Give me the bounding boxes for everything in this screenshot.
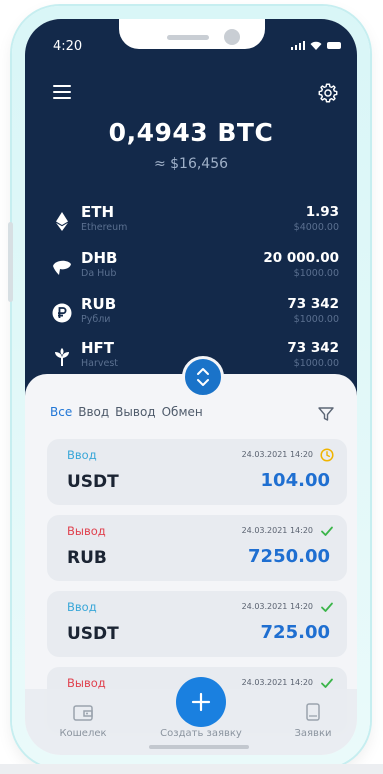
asset-symbol: RUB [81, 295, 117, 313]
wifi-icon [310, 41, 322, 50]
asset-name: Harvest [81, 358, 119, 369]
asset-amount: 1.93 [305, 204, 339, 220]
transaction-date: 24.03.2021 14:20 [241, 526, 313, 535]
filter-tabs: Все Ввод Вывод Обмен [50, 405, 203, 419]
transaction-date: 24.03.2021 14:20 [241, 678, 313, 687]
bottom-strip [0, 764, 383, 774]
transaction-amount: 7250.00 [248, 546, 330, 567]
asset-amount: 73 342 [287, 340, 339, 356]
asset-amount: 20 000.00 [263, 250, 339, 266]
asset-row-eth[interactable]: ETH Ethereum 1.93 $4000.00 [25, 203, 357, 243]
transaction-card[interactable]: Вывод 24.03.2021 14:20 RUB 7250.00 [47, 515, 347, 581]
transaction-currency: USDT [67, 624, 119, 644]
transaction-type: Ввод [67, 600, 97, 614]
transaction-card[interactable]: Ввод 24.03.2021 14:20 USDT 104.00 [47, 439, 347, 505]
phone-side-button [8, 222, 13, 302]
transaction-amount: 725.00 [260, 622, 330, 643]
transaction-type: Вывод [67, 676, 106, 690]
status-time: 4:20 [53, 39, 83, 54]
tab-wallet[interactable]: Кошелек [47, 704, 119, 739]
checkmark-icon [321, 678, 333, 688]
chevron-up-down-icon [197, 368, 209, 386]
filter-tab-all[interactable]: Все [50, 405, 72, 419]
checkmark-icon [321, 602, 333, 612]
harvest-icon [55, 348, 69, 366]
clock-pending-icon [320, 448, 334, 462]
asset-usd: $4000.00 [293, 222, 339, 233]
checkmark-icon [321, 526, 333, 536]
menu-icon[interactable] [53, 85, 73, 101]
ruble-icon [52, 303, 72, 323]
asset-name: Da Hub [81, 268, 117, 279]
status-icons [290, 41, 341, 50]
settings-gear-icon[interactable] [317, 82, 339, 104]
filter-tab-exchange[interactable]: Обмен [162, 405, 203, 419]
transaction-currency: USDT [67, 472, 119, 492]
asset-row-dhb[interactable]: DHB Da Hub 20 000.00 $1000.00 [25, 249, 357, 289]
home-indicator [149, 745, 249, 749]
asset-usd: $1000.00 [293, 314, 339, 325]
asset-usd: $1000.00 [293, 358, 339, 369]
expand-toggle-button[interactable] [182, 356, 224, 398]
speaker [167, 35, 209, 40]
phone-notch [119, 19, 265, 49]
tab-create-label: Создать заявку [160, 728, 242, 739]
asset-name: Ethereum [81, 222, 128, 233]
asset-symbol: DHB [81, 249, 118, 267]
balance-fiat: ≈ $16,456 [153, 156, 229, 172]
wallet-icon [73, 705, 93, 721]
transaction-type: Ввод [67, 448, 97, 462]
filter-icon[interactable] [317, 405, 335, 423]
asset-row-rub[interactable]: RUB Рубли 73 342 $1000.00 [25, 295, 357, 335]
dhb-icon [53, 260, 71, 275]
transaction-type: Вывод [67, 524, 106, 538]
app-screen: 4:20 0,4943 BTC ≈ $16,456 ETH Ethereum 1… [25, 19, 357, 755]
tab-requests-label: Заявки [294, 728, 332, 739]
tab-wallet-label: Кошелек [59, 728, 107, 739]
camera [224, 29, 240, 45]
total-balance: 0,4943 BTC [108, 118, 274, 147]
battery-icon [327, 42, 341, 49]
asset-name: Рубли [81, 314, 111, 325]
transaction-amount: 104.00 [260, 470, 330, 491]
asset-symbol: ETH [81, 203, 115, 221]
filter-tab-withdraw[interactable]: Вывод [115, 405, 155, 419]
tab-create-request[interactable]: Создать заявку [143, 728, 259, 739]
transaction-card[interactable]: Ввод 24.03.2021 14:20 USDT 725.00 [47, 591, 347, 657]
asset-amount: 73 342 [287, 296, 339, 312]
tab-requests[interactable]: Заявки [283, 702, 343, 739]
transaction-currency: RUB [67, 548, 107, 568]
transaction-date: 24.03.2021 14:20 [241, 450, 313, 459]
filter-tab-deposit[interactable]: Ввод [78, 405, 109, 419]
document-icon [306, 703, 320, 721]
create-request-fab[interactable] [176, 677, 226, 727]
signal-icon [290, 41, 305, 50]
ethereum-icon [56, 212, 68, 231]
asset-symbol: HFT [81, 339, 115, 357]
transaction-date: 24.03.2021 14:20 [241, 602, 313, 611]
asset-usd: $1000.00 [293, 268, 339, 279]
plus-icon [191, 692, 211, 712]
